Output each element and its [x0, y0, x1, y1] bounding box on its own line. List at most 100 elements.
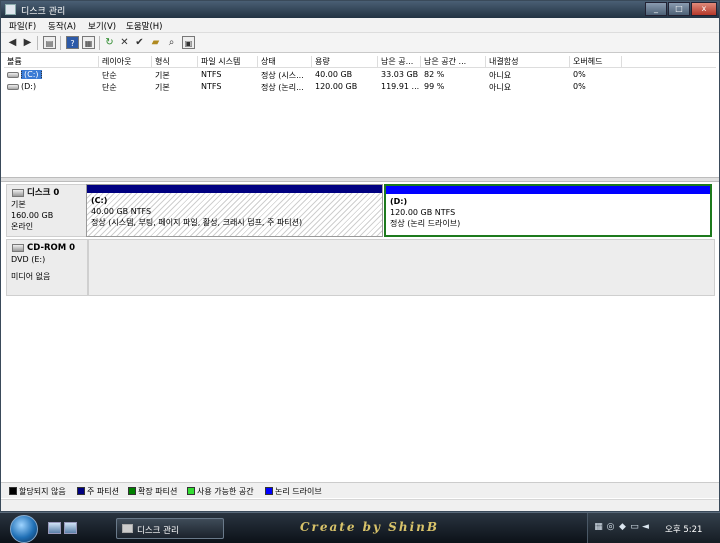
partition-c-label: (C:)	[91, 196, 108, 205]
hard-disk-icon	[12, 189, 24, 197]
taskbar: 디스크 관리 Create by ShinB ▦ ◎ ◆ ▭ ◄ 오후 5:21	[0, 512, 720, 543]
cdrom0-label[interactable]: CD-ROM 0 DVD (E:) 미디어 없음	[6, 239, 88, 296]
partition-d[interactable]: (D:) 120.00 GB NTFS 정상 (논리 드라이브)	[384, 184, 712, 237]
properties-icon[interactable]: ▦	[82, 36, 95, 49]
partition-c-status: 정상 (시스템, 부팅, 페이지 파일, 활성, 크래시 덤프, 주 파티션)	[91, 218, 303, 227]
partition-c[interactable]: (C:) 40.00 GB NTFS 정상 (시스템, 부팅, 페이지 파일, …	[86, 184, 383, 237]
primary-partition-bar	[87, 185, 382, 193]
show-desktop-icon[interactable]	[48, 522, 61, 534]
credit-text: Create by ShinB	[300, 520, 439, 534]
disk-management-window: 디스크 관리 _ □ x 파일(F) 동작(A) 보기(V) 도움말(H) ◀ …	[0, 0, 720, 512]
table-cell: 단순	[102, 71, 117, 80]
window-title: 디스크 관리	[21, 7, 66, 17]
explore-icon[interactable]: ⌕	[165, 36, 178, 49]
drive-icon	[7, 83, 19, 90]
partition-d-size: 120.00 GB NTFS	[390, 208, 456, 217]
table-cell: 40.00 GB	[315, 70, 353, 79]
cdrom0-drive: DVD (E:)	[11, 255, 46, 264]
table-cell: 0%	[573, 82, 586, 91]
legend-item: 사용 가능한 공간	[187, 486, 254, 497]
disk-graphical-view: 디스크 0 기본 160.00 GB 온라인 (C:) 40.00 GB NTF…	[4, 183, 716, 479]
column-header[interactable]: 파일 시스템	[198, 56, 258, 67]
minimize-button[interactable]: _	[645, 2, 667, 16]
volume-list: 볼륨 레이아웃 형식 파일 시스템 상태 용량 남은 공... 남은 공간 ..…	[4, 55, 716, 175]
menu-action[interactable]: 동작(A)	[48, 20, 76, 32]
legend: 할당되지 않음 주 파티션 확장 파티션 사용 가능한 공간 논리 드라이브	[1, 482, 719, 498]
volume-name: (D:)	[21, 82, 37, 91]
tray-app-icon[interactable]: ▦	[593, 522, 604, 532]
back-icon[interactable]: ◀	[6, 36, 19, 49]
table-cell: 기본	[155, 83, 170, 92]
table-cell: 33.03 GB	[381, 70, 419, 79]
table-row[interactable]: (D:) 단순 기본 NTFS 정상 (논리... 120.00 GB 119.…	[4, 81, 716, 93]
table-cell: 120.00 GB	[315, 82, 358, 91]
maximize-button[interactable]: □	[668, 2, 690, 16]
disk0-size: 160.00 GB	[11, 211, 54, 220]
app-icon	[5, 4, 16, 15]
partition-d-label: (D:)	[390, 197, 408, 206]
volume-name: (C:)	[21, 70, 42, 79]
menu-file[interactable]: 파일(F)	[9, 20, 36, 32]
close-button[interactable]: x	[691, 2, 717, 16]
menu-bar: 파일(F) 동작(A) 보기(V) 도움말(H)	[1, 18, 719, 33]
table-cell: 0%	[573, 70, 586, 79]
cdrom0-name: CD-ROM 0	[27, 243, 76, 253]
legend-item: 확장 파티션	[128, 486, 177, 497]
drive-icon	[7, 71, 19, 78]
column-header[interactable]: 남은 공...	[378, 56, 421, 67]
pane-splitter[interactable]	[1, 177, 719, 182]
forward-icon[interactable]: ▶	[21, 36, 34, 49]
status-bar	[1, 499, 719, 511]
tray-security-icon[interactable]: ◆	[617, 522, 628, 532]
table-row[interactable]: (C:) 단순 기본 NTFS 정상 (시스... 40.00 GB 33.03…	[4, 69, 716, 81]
show-hide-icon[interactable]: ▤	[43, 36, 56, 49]
column-header[interactable]: 오버헤드	[570, 56, 622, 67]
open-icon[interactable]: ▰	[149, 36, 162, 49]
column-header[interactable]: 내결함성	[486, 56, 570, 67]
column-header[interactable]: 형식	[152, 56, 198, 67]
table-cell: NTFS	[201, 70, 222, 79]
help-icon[interactable]: ?	[66, 36, 79, 49]
volume-icon[interactable]: ◄	[640, 522, 651, 532]
legend-item: 주 파티션	[77, 486, 119, 497]
toolbar: ◀ ▶ ▤ ? ▦ ↻ ✕ ✔ ▰ ⌕ ▣	[1, 33, 719, 53]
column-header[interactable]: 볼륨	[4, 56, 99, 67]
menu-help[interactable]: 도움말(H)	[126, 20, 162, 32]
clock[interactable]: 오후 5:21	[665, 523, 702, 535]
cdrom0-area	[88, 239, 715, 296]
table-cell: 기본	[155, 71, 170, 80]
table-cell: 99 %	[424, 82, 445, 91]
check-icon[interactable]: ✔	[133, 36, 146, 49]
disk0-status: 온라인	[11, 222, 34, 231]
table-cell: 아니요	[489, 71, 512, 80]
legend-swatch	[187, 487, 195, 495]
logical-drive-bar	[386, 186, 710, 194]
refresh-icon[interactable]: ↻	[103, 36, 116, 49]
column-header[interactable]: 상태	[258, 56, 312, 67]
switch-windows-icon[interactable]	[64, 522, 77, 534]
start-button[interactable]	[10, 515, 38, 543]
column-header[interactable]: 남은 공간 ...	[421, 56, 486, 67]
column-header[interactable]: 용량	[312, 56, 378, 67]
title-bar[interactable]: 디스크 관리 _ □ x	[1, 1, 719, 18]
system-tray: ▦ ◎ ◆ ▭ ◄ 오후 5:21	[587, 513, 720, 543]
table-cell: 아니요	[489, 83, 512, 92]
menu-view[interactable]: 보기(V)	[88, 20, 116, 32]
legend-item: 논리 드라이브	[265, 486, 322, 497]
disk0-label[interactable]: 디스크 0 기본 160.00 GB 온라인	[6, 184, 88, 237]
settings-icon[interactable]: ▣	[182, 36, 195, 49]
tray-vm-icon[interactable]: ◎	[605, 522, 616, 532]
partition-d-status: 정상 (논리 드라이브)	[390, 219, 461, 228]
delete-icon[interactable]: ✕	[118, 36, 131, 49]
partition-c-size: 40.00 GB NTFS	[91, 207, 152, 216]
column-header[interactable]: 레이아웃	[99, 56, 152, 67]
legend-swatch	[9, 487, 17, 495]
network-icon[interactable]: ▭	[629, 522, 640, 532]
taskbar-button-disk-management[interactable]: 디스크 관리	[116, 518, 224, 539]
disk0-type: 기본	[11, 200, 26, 209]
table-cell: 정상 (논리...	[261, 83, 304, 92]
table-cell: 단순	[102, 83, 117, 92]
cdrom0-status: 미디어 없음	[11, 272, 51, 281]
table-cell: 정상 (시스...	[261, 71, 304, 80]
legend-swatch	[77, 487, 85, 495]
